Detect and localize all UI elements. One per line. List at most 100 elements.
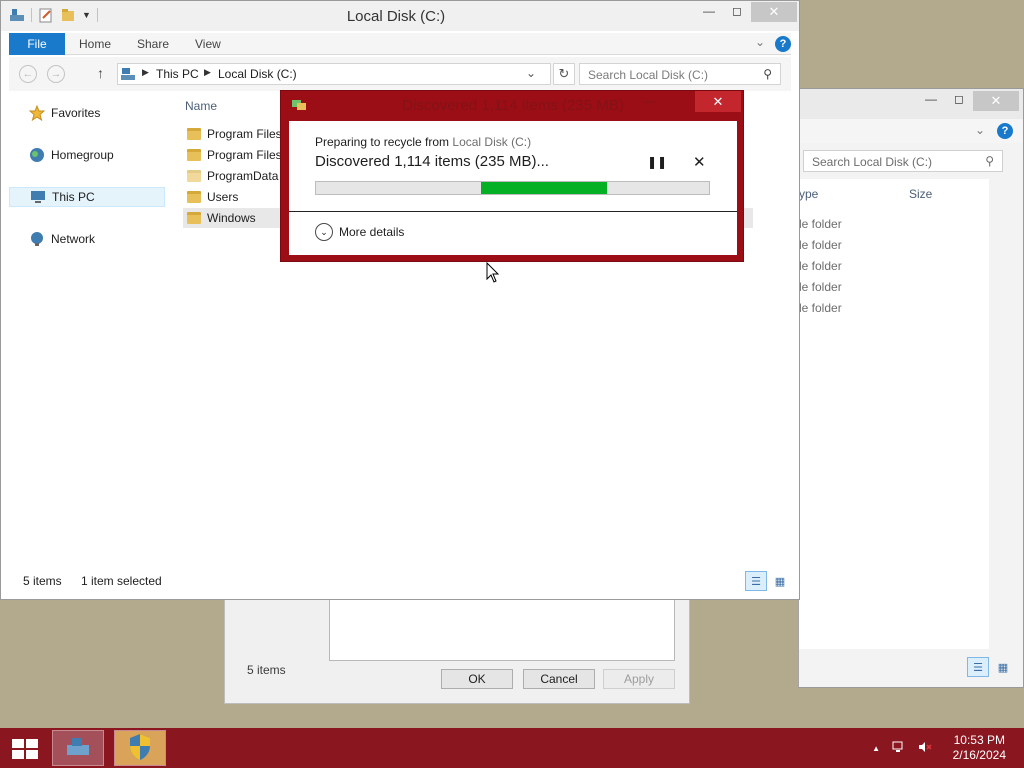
close-button[interactable]: ✕ [751, 2, 797, 22]
column-size[interactable]: Size [909, 187, 932, 201]
column-type[interactable]: ype [799, 187, 818, 201]
properties-content-area [329, 599, 675, 661]
dialog-body: Preparing to recycle from Local Disk (C:… [289, 121, 737, 255]
operation-description: Preparing to recycle from Local Disk (C:… [315, 135, 532, 149]
apply-button[interactable]: Apply [603, 669, 675, 689]
search-input[interactable]: Search Local Disk (C:) ⚲ [579, 63, 781, 85]
maximize-button[interactable]: ◻ [945, 89, 973, 109]
up-button[interactable]: ↑ [97, 65, 104, 81]
more-details-button[interactable]: ⌄ More details [315, 223, 404, 241]
list-item[interactable]: Users [183, 187, 283, 207]
minimize-button[interactable]: — [917, 89, 945, 109]
progress-bar [315, 181, 710, 195]
item-count: 5 items [247, 663, 286, 677]
list-item[interactable]: le folder [799, 238, 842, 252]
shield-icon [128, 733, 152, 764]
ribbon-tabs: File Home Share View ⌄ ? [9, 33, 791, 55]
large-icons-view-icon[interactable]: ▦ [769, 571, 791, 591]
network-icon [29, 231, 45, 247]
list-item[interactable]: le folder [799, 259, 842, 273]
taskbar-file-explorer[interactable] [52, 730, 104, 766]
refresh-icon[interactable]: ↻ [553, 63, 575, 85]
tab-file[interactable]: File [9, 33, 65, 55]
column-name[interactable]: Name [185, 99, 217, 113]
list-item[interactable]: ProgramData [183, 166, 283, 186]
source-location-link[interactable]: Local Disk (C:) [452, 135, 531, 149]
status-bar: 5 items 1 item selected ☰ ▦ [9, 571, 791, 593]
close-button[interactable]: ✕ [695, 91, 741, 112]
background-explorer-window[interactable]: — ◻ ✕ ⌄ ? Search Local Disk (C:) ⚲ ype S… [798, 88, 1024, 688]
list-item[interactable]: le folder [799, 301, 842, 315]
back-button[interactable]: ← [19, 65, 37, 83]
taskbar: ▲ 10:53 PM 2/16/2024 [0, 728, 1024, 768]
mouse-cursor-icon [486, 262, 500, 283]
navigation-bar: ← → ↑ ▶ This PC ▶ Local Disk (C:) ⌄ ↻ Se… [9, 57, 791, 91]
cancel-operation-button[interactable]: ✕ [693, 153, 706, 171]
details-view-icon[interactable]: ☰ [967, 657, 989, 677]
star-icon [29, 105, 45, 121]
folder-icon [187, 170, 201, 182]
breadcrumb-local-disk[interactable]: Local Disk (C:) [218, 67, 297, 81]
address-dropdown-icon[interactable]: ⌄ [526, 66, 536, 80]
window-title: Local Disk (C:) [346, 8, 446, 25]
progress-bar-fill [481, 182, 607, 194]
search-icon: ⚲ [763, 67, 772, 81]
homegroup-icon [29, 147, 45, 163]
network-status-icon[interactable] [892, 740, 906, 757]
item-count: 5 items [23, 574, 62, 588]
folder-icon [187, 149, 201, 161]
taskbar-security-app[interactable] [114, 730, 166, 766]
computer-icon [30, 189, 46, 205]
this-pc-icon [120, 67, 136, 84]
expand-ribbon-icon[interactable]: ⌄ [755, 35, 765, 49]
background-window-titlebar[interactable]: — ◻ ✕ [799, 89, 1023, 119]
sidebar-item-homegroup[interactable]: Homegroup [9, 145, 165, 165]
pause-button[interactable]: ❚❚ [647, 155, 667, 169]
start-button[interactable] [10, 738, 40, 760]
chevron-down-icon: ⌄ [315, 223, 333, 241]
breadcrumb-this-pc[interactable]: This PC [156, 67, 199, 81]
clock-date: 2/16/2024 [952, 748, 1006, 762]
expand-ribbon-icon[interactable]: ⌄ [975, 123, 985, 137]
folder-icon [187, 191, 201, 203]
close-button[interactable]: ✕ [973, 91, 1019, 111]
breadcrumb-separator-icon: ▶ [204, 67, 211, 77]
list-item[interactable]: le folder [799, 217, 842, 231]
tab-home[interactable]: Home [79, 33, 111, 55]
file-explorer-icon [64, 735, 92, 762]
file-list[interactable]: ype Size le folder le folder le folder l… [799, 179, 989, 649]
cancel-button[interactable]: Cancel [523, 669, 595, 689]
address-bar[interactable]: ▶ This PC ▶ Local Disk (C:) ⌄ [117, 63, 551, 85]
recycle-progress-dialog[interactable]: Discovered 1,114 items (235 MB) — ✕ Prep… [280, 90, 744, 262]
system-clock[interactable]: 10:53 PM 2/16/2024 [953, 733, 1006, 763]
minimize-button[interactable]: — [635, 91, 663, 111]
tab-view[interactable]: View [195, 33, 221, 55]
forward-button[interactable]: → [47, 65, 65, 83]
main-window-titlebar[interactable]: ▼ Local Disk (C:) — ◻ ✕ [1, 1, 799, 31]
help-icon[interactable]: ? [997, 123, 1013, 139]
dialog-title: Discovered 1,114 items (235 MB) [402, 97, 624, 114]
breadcrumb-separator-icon: ▶ [142, 67, 149, 77]
progress-status: Discovered 1,114 items (235 MB)... [315, 153, 549, 170]
navigation-pane: Favorites Homegroup This PC Network [9, 93, 167, 563]
minimize-button[interactable]: — [695, 1, 723, 21]
details-view-icon[interactable]: ☰ [745, 571, 767, 591]
ok-button[interactable]: OK [441, 669, 513, 689]
sidebar-item-this-pc[interactable]: This PC [9, 187, 165, 207]
large-icons-view-icon[interactable]: ▦ [993, 657, 1013, 677]
list-item[interactable]: Program Files [183, 124, 283, 144]
list-item[interactable]: Program Files [183, 145, 283, 165]
list-item[interactable]: le folder [799, 280, 842, 294]
properties-dialog[interactable]: 5 items OK Cancel Apply [224, 598, 690, 704]
tab-share[interactable]: Share [137, 33, 169, 55]
folder-icon [187, 212, 201, 224]
sidebar-item-network[interactable]: Network [9, 229, 165, 249]
sidebar-item-favorites[interactable]: Favorites [9, 103, 165, 123]
maximize-button[interactable]: ◻ [723, 1, 751, 21]
background-ribbon: ⌄ ? [799, 119, 1023, 143]
folder-icon [187, 128, 201, 140]
search-input[interactable]: Search Local Disk (C:) ⚲ [803, 150, 1003, 172]
volume-muted-icon[interactable] [918, 740, 932, 757]
help-icon[interactable]: ? [775, 36, 791, 52]
show-hidden-icons-icon[interactable]: ▲ [872, 744, 880, 753]
